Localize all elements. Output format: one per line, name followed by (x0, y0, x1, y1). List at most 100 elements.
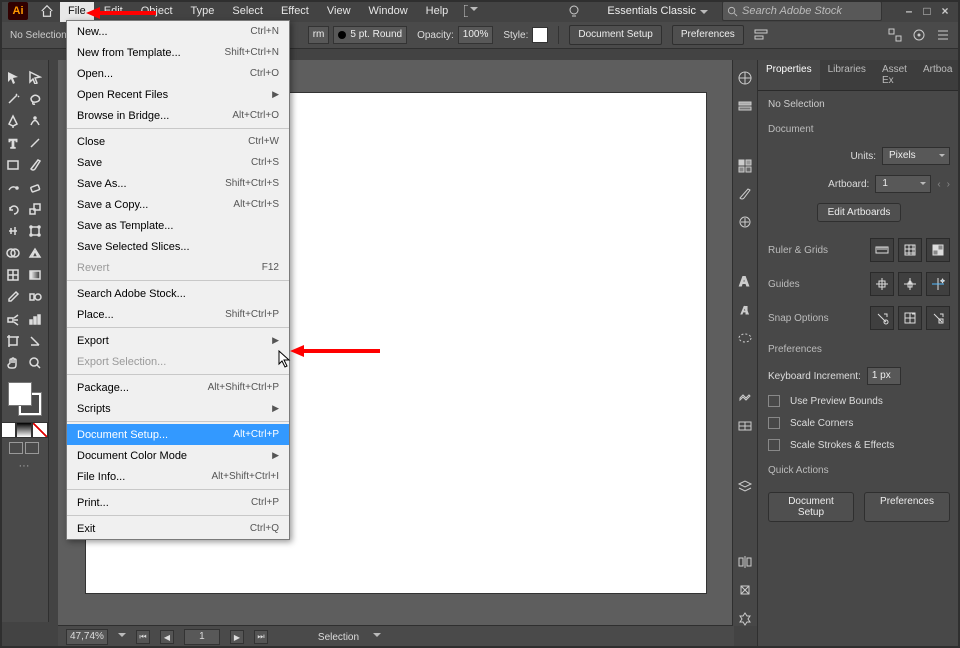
workspace-switcher[interactable]: Essentials Classic (593, 3, 710, 19)
file-menu-item-open[interactable]: Open...Ctrl+O (67, 63, 289, 84)
pathfinder-panel-icon[interactable] (737, 610, 753, 626)
menu-file[interactable]: File (60, 0, 94, 22)
pen-tool[interactable] (2, 110, 24, 132)
file-menu-item-new[interactable]: New...Ctrl+N (67, 21, 289, 42)
artboard-number[interactable]: 1 (184, 629, 220, 645)
symbols-panel-icon[interactable] (737, 214, 753, 230)
smart-guides-icon[interactable]: ✦ (926, 272, 950, 296)
mesh-tool[interactable] (2, 264, 24, 286)
file-menu-item-search-adobe-stock[interactable]: Search Adobe Stock... (67, 283, 289, 304)
blend-tool[interactable] (24, 286, 46, 308)
style-swatch[interactable] (532, 27, 548, 43)
guides-visibility-icon[interactable] (870, 272, 894, 296)
qa-document-setup[interactable]: Document Setup (768, 492, 854, 522)
home-icon[interactable] (36, 2, 58, 20)
transparency-panel-icon[interactable] (737, 330, 753, 346)
close-button[interactable]: × (938, 4, 952, 18)
layers-panel-icon[interactable] (737, 478, 753, 494)
scale-tool[interactable] (24, 198, 46, 220)
gradient-panel-icon[interactable]: AI (737, 302, 753, 318)
minimize-button[interactable]: – (902, 4, 916, 18)
graphic-styles-panel-icon[interactable] (737, 418, 753, 434)
gradient-tool[interactable] (24, 264, 46, 286)
document-setup-button[interactable]: Document Setup (569, 25, 662, 45)
direct-selection-tool[interactable] (24, 66, 46, 88)
swatches-panel-icon[interactable] (737, 158, 753, 174)
menu-type[interactable]: Type (183, 0, 223, 22)
artboard-last[interactable]: ⏭ (254, 630, 268, 644)
brushes-panel-icon[interactable] (737, 186, 753, 202)
file-menu-item-close[interactable]: CloseCtrl+W (67, 131, 289, 152)
paintbrush-tool[interactable] (24, 154, 46, 176)
edit-artboards-button[interactable]: Edit Artboards (817, 203, 902, 222)
artboard-select[interactable]: 1 (875, 175, 931, 193)
list-icon[interactable] (936, 28, 950, 42)
menu-edit[interactable]: Edit (96, 0, 131, 22)
menu-select[interactable]: Select (224, 0, 271, 22)
artboard-first[interactable]: ⏮ (136, 630, 150, 644)
keyboard-increment-value[interactable]: 1 px (867, 367, 901, 385)
snap-grid-icon[interactable] (898, 306, 922, 330)
file-menu-item-exit[interactable]: ExitCtrl+Q (67, 518, 289, 539)
menu-object[interactable]: Object (133, 0, 181, 22)
zoom-tool[interactable] (24, 352, 46, 374)
maximize-button[interactable]: □ (920, 4, 934, 18)
edit-toolbar-button[interactable]: ··· (19, 460, 30, 472)
rotate-tool[interactable] (2, 198, 24, 220)
stroke-option[interactable]: rm 5 pt. Round (308, 26, 407, 44)
guides-lock-icon[interactable] (898, 272, 922, 296)
tab-properties[interactable]: Properties (758, 60, 820, 90)
shaper-tool[interactable] (2, 176, 24, 198)
magic-wand-tool[interactable] (2, 88, 24, 110)
file-menu-item-place[interactable]: Place...Shift+Ctrl+P (67, 304, 289, 325)
eraser-tool[interactable] (24, 176, 46, 198)
file-menu-item-save-selected-slices[interactable]: Save Selected Slices... (67, 236, 289, 257)
ruler-toggle-icon[interactable] (870, 238, 894, 262)
lasso-tool[interactable] (24, 88, 46, 110)
align-panel-icon[interactable] (737, 554, 753, 570)
artboard-prev-arrow[interactable]: ‹ (937, 179, 940, 190)
perspective-grid-tool[interactable] (24, 242, 46, 264)
file-menu-item-package[interactable]: Package...Alt+Shift+Ctrl+P (67, 377, 289, 398)
file-menu-item-scripts[interactable]: Scripts▶ (67, 398, 289, 419)
transform-panel-icon[interactable] (737, 582, 753, 598)
free-transform-tool[interactable] (24, 220, 46, 242)
zoom-level[interactable]: 47,74% (66, 629, 108, 645)
scale-strokes-checkbox[interactable] (768, 439, 780, 451)
transparency-grid-icon[interactable] (926, 238, 950, 262)
artboard-prev[interactable]: ◀ (160, 630, 174, 644)
snap-point-icon[interactable] (870, 306, 894, 330)
file-menu-item-save-as-template[interactable]: Save as Template... (67, 215, 289, 236)
column-graph-tool[interactable] (24, 308, 46, 330)
menu-view[interactable]: View (319, 0, 359, 22)
artboard-tool[interactable] (2, 330, 24, 352)
slice-tool[interactable] (24, 330, 46, 352)
snap-pixel-icon[interactable] (926, 306, 950, 330)
symbol-sprayer-tool[interactable] (2, 308, 24, 330)
file-menu-item-save[interactable]: SaveCtrl+S (67, 152, 289, 173)
tab-artboards[interactable]: Artboa (915, 60, 960, 90)
stroke-panel-icon[interactable]: A (737, 274, 753, 290)
appearance-panel-icon[interactable] (737, 390, 753, 406)
grid-toggle-icon[interactable] (898, 238, 922, 262)
width-tool[interactable] (2, 220, 24, 242)
units-select[interactable]: Pixels (882, 147, 950, 165)
preferences-button[interactable]: Preferences (672, 25, 744, 45)
isolate-icon[interactable] (912, 28, 926, 42)
stock-search[interactable]: Search Adobe Stock (722, 1, 882, 21)
eyedropper-tool[interactable] (2, 286, 24, 308)
file-menu-item-export[interactable]: Export▶ (67, 330, 289, 351)
file-menu-item-print[interactable]: Print...Ctrl+P (67, 492, 289, 513)
shape-builder-tool[interactable] (2, 242, 24, 264)
file-menu-item-document-setup[interactable]: Document Setup...Alt+Ctrl+P (67, 424, 289, 445)
menu-window[interactable]: Window (361, 0, 416, 22)
align-options-icon[interactable] (754, 28, 768, 42)
line-segment-tool[interactable] (24, 132, 46, 154)
transform-icon[interactable] (888, 28, 902, 42)
arrange-docs-icon[interactable] (464, 4, 478, 18)
file-menu-item-browse-in-bridge[interactable]: Browse in Bridge...Alt+Ctrl+O (67, 105, 289, 126)
curvature-tool[interactable] (24, 110, 46, 132)
file-menu-item-new-from-template[interactable]: New from Template...Shift+Ctrl+N (67, 42, 289, 63)
menu-help[interactable]: Help (418, 0, 457, 22)
file-menu-item-document-color-mode[interactable]: Document Color Mode▶ (67, 445, 289, 466)
